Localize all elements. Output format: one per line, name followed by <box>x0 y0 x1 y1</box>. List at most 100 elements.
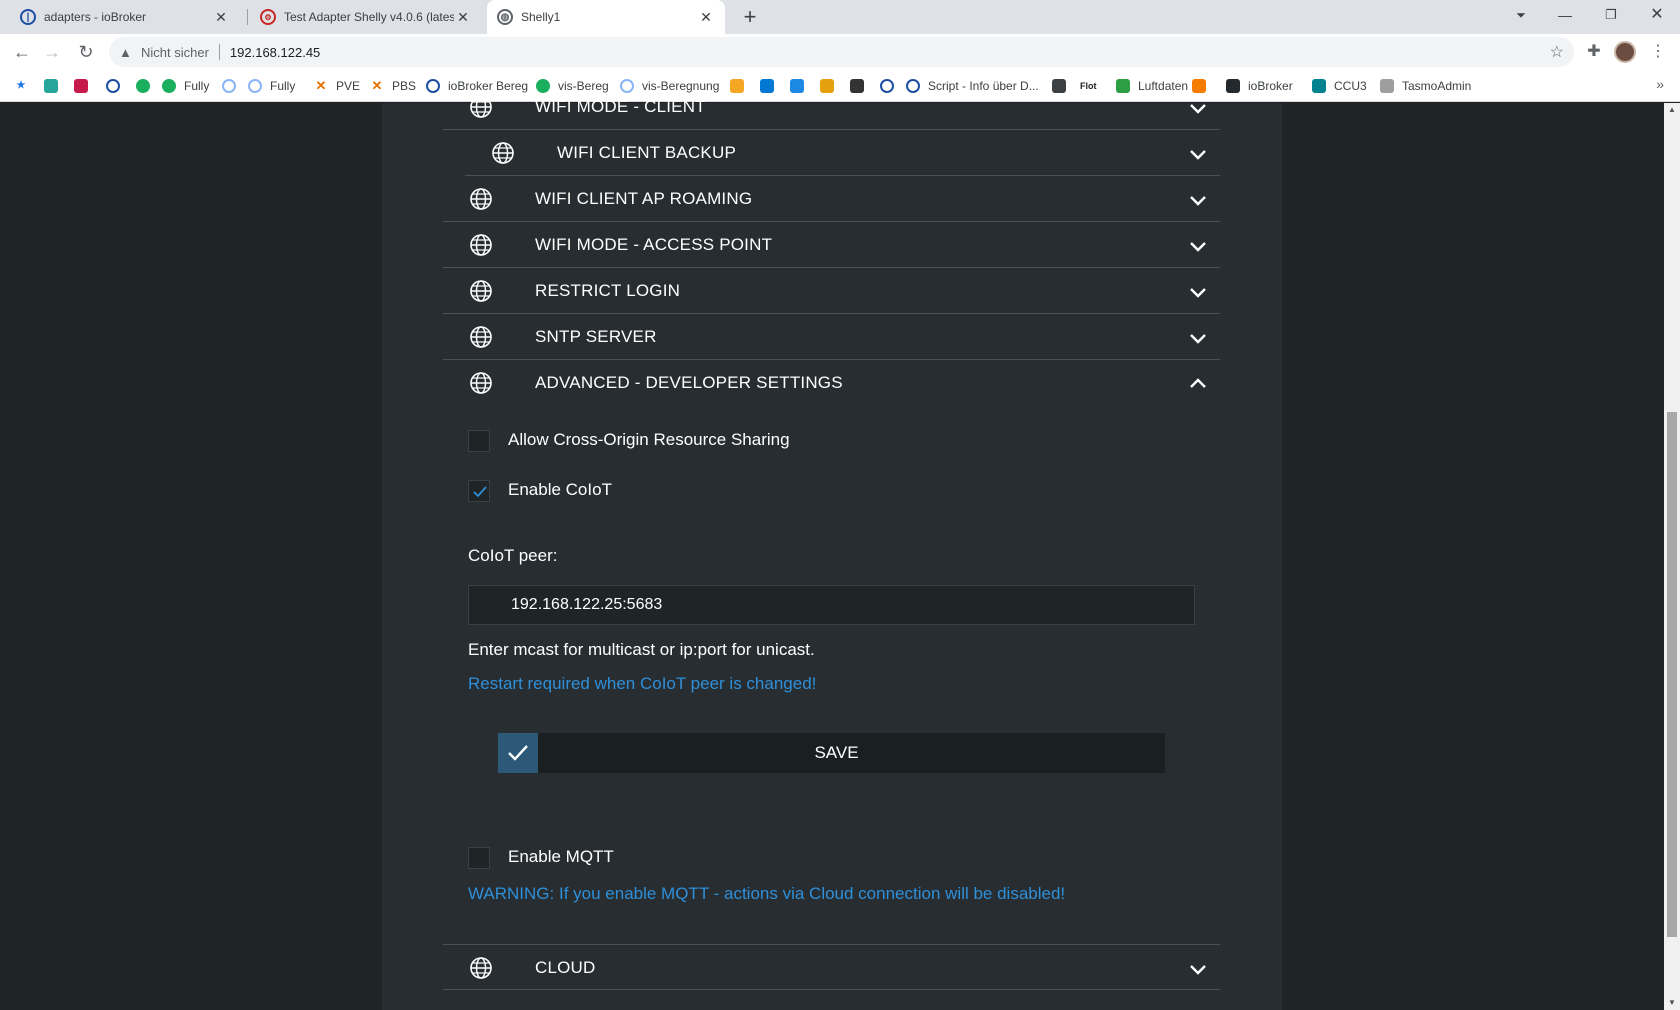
save-label: SAVE <box>814 743 859 762</box>
browser-toolbar: ← → ↻ ▲ Nicht sicher 192.168.122.45 ☆ ✚ … <box>0 34 1680 70</box>
chevron-down-icon[interactable] <box>1188 328 1208 348</box>
bookmark-4[interactable] <box>106 77 128 95</box>
coiot-peer-label: CoIoT peer: <box>468 546 558 565</box>
bookmark-label: PBS <box>392 79 417 93</box>
coiot-peer-input[interactable] <box>468 585 1195 625</box>
address-bar[interactable]: ▲ Nicht sicher 192.168.122.45 ☆ <box>109 37 1574 67</box>
url-text[interactable]: 192.168.122.45 <box>230 45 320 60</box>
iobroker-icon <box>426 79 440 93</box>
minimize-button[interactable]: — <box>1542 0 1588 32</box>
profile-avatar[interactable] <box>1614 38 1642 66</box>
section-ap-roaming[interactable]: WIFI CLIENT AP ROAMING <box>443 176 1220 222</box>
back-arrow-icon[interactable]: ← <box>8 38 36 66</box>
chevron-down-icon[interactable] <box>1188 98 1208 118</box>
scrollbar-thumb[interactable] <box>1667 412 1677 937</box>
fully-icon <box>136 79 150 93</box>
coiot-peer-hint: Enter mcast for multicast or ip:port for… <box>468 640 815 659</box>
chevron-down-icon[interactable] <box>1188 236 1208 256</box>
bookmark-10[interactable]: ✕ PBS <box>370 77 416 95</box>
bookmark-label: Fully <box>184 79 210 93</box>
restore-button[interactable]: ❐ <box>1588 0 1634 32</box>
section-cloud[interactable]: CLOUD <box>443 944 1220 990</box>
close-window-button[interactable]: ✕ <box>1634 0 1680 32</box>
bookmark-label: CCU3 <box>1334 79 1367 93</box>
wave-icon <box>248 79 262 93</box>
section-title: SNTP SERVER <box>535 327 657 346</box>
iobroker-icon <box>106 79 120 93</box>
section-access-point[interactable]: WIFI MODE - ACCESS POINT <box>443 222 1220 268</box>
tab-separator <box>247 9 248 25</box>
coiot-label: Enable CoIoT <box>508 480 612 499</box>
close-icon[interactable]: ✕ <box>697 9 715 26</box>
close-icon[interactable]: ✕ <box>212 9 230 26</box>
section-sntp[interactable]: SNTP SERVER <box>443 314 1220 360</box>
mqtt-checkbox[interactable] <box>468 847 490 869</box>
bookmark-label: TasmoAdmin <box>1402 79 1472 93</box>
bookmark-1[interactable]: ★ <box>14 77 36 95</box>
avatar <box>1614 41 1636 63</box>
bulb-icon <box>1380 79 1394 93</box>
bookmark-6[interactable]: Fully <box>162 77 209 95</box>
chevron-down-icon[interactable] <box>1188 190 1208 210</box>
globe-icon <box>469 95 493 119</box>
extensions-icon[interactable]: ✚ <box>1580 38 1608 66</box>
scroll-down-icon[interactable]: ▼ <box>1664 996 1680 1010</box>
ccu-icon <box>1312 79 1326 93</box>
coiot-checkbox[interactable] <box>468 480 490 502</box>
restart-note: Restart required when CoIoT peer is chan… <box>468 674 817 693</box>
section-title: CLOUD <box>535 958 596 977</box>
reload-icon[interactable]: ↻ <box>72 38 100 66</box>
iobroker-icon: | <box>20 9 36 25</box>
tab-search-icon[interactable]: ⏷ <box>1498 0 1544 32</box>
chevron-down-icon[interactable] <box>1188 144 1208 164</box>
tab-test-adapter[interactable]: ⚙ Test Adapter Shelly v4.0.6 (latest) ✕ <box>250 0 482 34</box>
wave-icon <box>222 79 236 93</box>
bookmark-3[interactable] <box>74 77 96 95</box>
save-button[interactable]: SAVE <box>498 733 1165 773</box>
raspberry-icon <box>74 79 88 93</box>
bookmark-26[interactable]: CCU3 <box>1312 77 1367 95</box>
chevron-up-icon[interactable] <box>1188 374 1208 394</box>
bookmark-8[interactable]: Fully <box>248 77 295 95</box>
tab-adapters[interactable]: | adapters - ioBroker ✕ <box>10 0 240 34</box>
bookmark-27[interactable]: TasmoAdmin <box>1380 77 1471 95</box>
bookmarks-more-icon[interactable]: » <box>1656 76 1664 92</box>
section-wifi-backup[interactable]: WIFI CLIENT BACKUP <box>465 130 1220 176</box>
globe-icon <box>469 956 493 980</box>
section-advanced[interactable]: ADVANCED - DEVELOPER SETTINGS <box>443 360 1220 406</box>
globe-icon <box>469 371 493 395</box>
cors-label: Allow Cross-Origin Resource Sharing <box>508 430 790 449</box>
tab-title: Test Adapter Shelly v4.0.6 (latest) <box>284 10 454 24</box>
cors-checkbox[interactable] <box>468 430 490 452</box>
close-icon[interactable]: ✕ <box>454 9 472 26</box>
mqtt-warning: WARNING: If you enable MQTT - actions vi… <box>468 884 1066 903</box>
bookmark-9[interactable]: ✕ PVE <box>314 77 360 95</box>
section-title: WIFI CLIENT BACKUP <box>557 143 736 162</box>
globe-icon: ◍ <box>497 9 513 25</box>
menu-icon[interactable]: ⋮ <box>1646 38 1670 66</box>
warning-icon[interactable]: ▲ <box>119 45 137 60</box>
bookmark-7[interactable] <box>222 77 244 95</box>
bookmark-5[interactable] <box>136 77 158 95</box>
fully-icon <box>162 79 176 93</box>
scroll-up-icon[interactable]: ▲ <box>1664 103 1680 117</box>
section-wifi-client[interactable]: WIFI MODE - CLIENT <box>443 84 1220 130</box>
chevron-down-icon[interactable] <box>1188 959 1208 979</box>
bookmark-label: ioBroker <box>1248 79 1293 93</box>
security-label[interactable]: Nicht sicher <box>141 45 209 60</box>
section-title: ADVANCED - DEVELOPER SETTINGS <box>535 373 843 392</box>
tab-shelly1[interactable]: ◍ Shelly1 ✕ <box>487 0 725 34</box>
bookmark-25[interactable]: ioBroker <box>1226 77 1293 95</box>
bookmark-star-icon[interactable]: ☆ <box>1550 42 1564 62</box>
bookmark-label: PVE <box>336 79 361 93</box>
new-tab-button[interactable]: + <box>737 4 763 30</box>
section-title: WIFI MODE - ACCESS POINT <box>535 235 773 254</box>
section-restrict-login[interactable]: RESTRICT LOGIN <box>443 268 1220 314</box>
adapter-icon: ⚙ <box>260 9 276 25</box>
globe-icon <box>469 187 493 211</box>
section-title: RESTRICT LOGIN <box>535 281 681 300</box>
forward-arrow-icon[interactable]: → <box>38 38 66 66</box>
chevron-down-icon[interactable] <box>1188 282 1208 302</box>
globe-icon <box>469 233 493 257</box>
bookmark-2[interactable] <box>44 77 66 95</box>
